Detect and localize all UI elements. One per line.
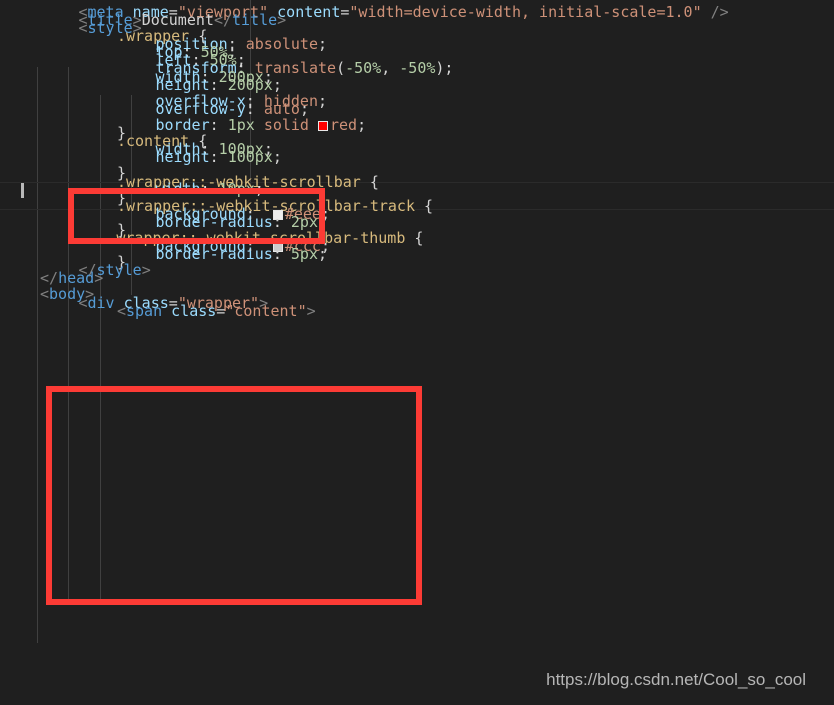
code-token: ; (357, 115, 367, 134)
code-token: span (125, 301, 163, 320)
code-token: -50% (399, 59, 436, 78)
csdn-watermark: https://blog.csdn.net/Cool_so_cool (546, 670, 806, 689)
code-token: class (171, 301, 217, 320)
indent-guide (100, 95, 101, 600)
code-token: solid (263, 115, 309, 134)
code-token: /> (701, 3, 729, 22)
code-editor-viewport[interactable]: <meta name="viewport" content="width=dev… (0, 0, 834, 705)
code-token: 100px (227, 148, 273, 167)
code-token: > (277, 11, 287, 30)
code-token: style (96, 261, 142, 280)
code-token: > (94, 269, 104, 288)
color-swatch[interactable] (318, 120, 328, 131)
code-token: ( (336, 59, 346, 78)
code-token: : (209, 148, 228, 167)
code-line[interactable]: <span class="content"> (117, 297, 316, 325)
code-token: > (306, 301, 316, 320)
code-token: { (405, 228, 424, 247)
code-token: : (272, 245, 291, 264)
code-token: red (330, 115, 358, 134)
code-line[interactable]: border-radius: 5px; (155, 240, 327, 268)
code-token: 1px (227, 115, 255, 134)
code-token: , (381, 59, 400, 78)
text-cursor (21, 183, 24, 198)
code-token: "content" (225, 301, 307, 320)
code-token: 5px (290, 245, 318, 264)
code-token: "width=device-width, initial-scale=1.0" (349, 3, 702, 22)
code-token: < (78, 293, 88, 312)
code-token: { (360, 172, 379, 191)
code-token: : (209, 115, 228, 134)
code-token: content (277, 3, 341, 22)
code-token: < (78, 19, 88, 38)
code-token: -50% (345, 59, 382, 78)
code-token: ; (272, 148, 282, 167)
code-token: { (414, 196, 434, 215)
code-token: div (87, 293, 115, 312)
code-token: < (40, 285, 50, 304)
indent-guide (68, 67, 69, 605)
code-token: ); (435, 59, 454, 78)
code-token: ; (318, 245, 328, 264)
indent-guide (37, 67, 38, 643)
code-token: border-radius (155, 245, 273, 264)
code-token: absolute (245, 35, 318, 54)
code-token: < (116, 301, 126, 320)
code-token: </ (213, 11, 232, 30)
code-token: > (141, 261, 151, 280)
code-token: height (155, 148, 210, 167)
code-token: ; (318, 91, 328, 110)
code-token: = (216, 301, 226, 320)
code-token: title (232, 11, 278, 30)
code-token: ; (318, 35, 328, 54)
webkit-scrollbar-rules-highlight (46, 386, 422, 605)
